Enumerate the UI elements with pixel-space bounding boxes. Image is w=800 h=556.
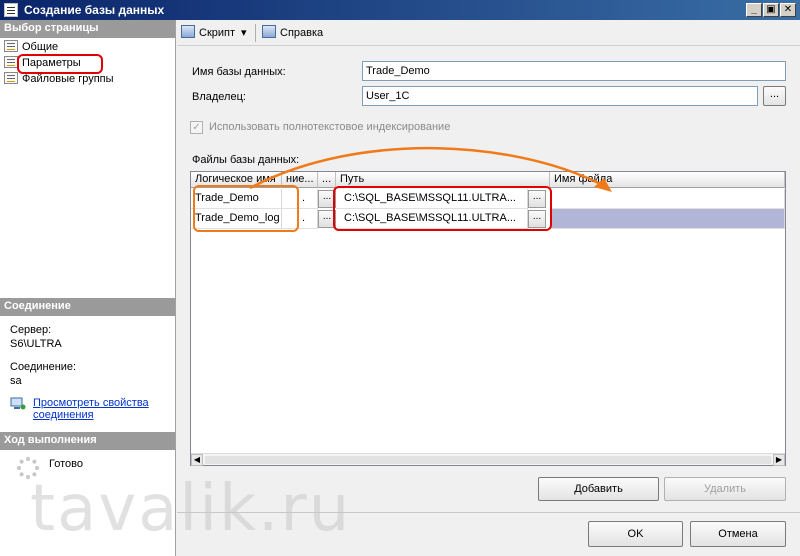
owner-input[interactable]: User_1C: [362, 86, 758, 106]
scroll-left-arrow-icon[interactable]: ◀: [191, 454, 203, 466]
script-dropdown-button[interactable]: ▾: [241, 25, 247, 41]
scroll-track[interactable]: [205, 456, 771, 464]
cancel-button[interactable]: Отмена: [690, 521, 786, 547]
cell-file-name-selected[interactable]: [550, 209, 785, 229]
page-item-label: Общие: [22, 41, 59, 53]
owner-label: Владелец:: [192, 91, 246, 103]
link-line-2[interactable]: соединения: [33, 409, 149, 421]
window-title: Создание базы данных: [24, 3, 165, 17]
watermark: tavalik.ru: [30, 472, 352, 546]
db-name-label: Имя базы данных:: [192, 66, 286, 78]
annotation-arrow: [249, 147, 612, 192]
connection-properties-icon: [10, 397, 26, 411]
connection-value: sa: [10, 375, 22, 387]
page-item-label: Файловые группы: [22, 73, 114, 85]
script-button[interactable]: Скрипт: [181, 25, 235, 41]
page-icon: [4, 40, 18, 52]
script-icon: [181, 25, 195, 38]
connection-label: Соединение:: [10, 361, 77, 373]
close-button[interactable]: ✕: [780, 3, 796, 17]
window-title-bar: Создание базы данных _ ▣ ✕: [0, 0, 800, 20]
progress-status: Готово: [49, 458, 83, 470]
db-name-input[interactable]: Trade_Demo: [362, 61, 786, 81]
script-label: Скрипт: [199, 27, 236, 39]
page-icon: [4, 56, 18, 68]
help-button[interactable]: Справка: [262, 25, 323, 41]
minimize-button[interactable]: _: [746, 3, 762, 17]
horizontal-scrollbar[interactable]: ◀ ▶: [191, 453, 785, 466]
progress-header: Ход выполнения: [0, 432, 175, 450]
page-icon: [4, 72, 18, 84]
restore-button[interactable]: ▣: [763, 3, 779, 17]
remove-button[interactable]: Удалить: [664, 477, 786, 501]
help-icon: [262, 25, 276, 38]
select-page-header: Выбор страницы: [0, 20, 175, 38]
server-label: Сервер:: [10, 324, 52, 336]
help-label: Справка: [280, 27, 324, 39]
server-value: S6\ULTRA: [10, 338, 62, 350]
toolbar-separator: [255, 24, 256, 42]
connection-header: Соединение: [0, 298, 175, 316]
view-connection-properties-link[interactable]: Просмотреть свойства соединения: [33, 397, 149, 421]
annotation-red-highlight: [17, 54, 103, 74]
add-button[interactable]: Добавить: [538, 477, 659, 501]
fulltext-label: Использовать полнотекстовое индексирован…: [209, 121, 451, 133]
app-window-icon: [4, 3, 18, 17]
ok-button[interactable]: OK: [588, 521, 683, 547]
scroll-right-arrow-icon[interactable]: ▶: [773, 454, 785, 466]
owner-browse-button[interactable]: ...: [763, 86, 786, 106]
link-line-1[interactable]: Просмотреть свойства: [33, 397, 149, 409]
toolbar: Скрипт ▾ Справка: [177, 20, 800, 46]
fulltext-checkbox[interactable]: ✓: [190, 121, 203, 134]
page-item-general[interactable]: Общие: [4, 39, 58, 55]
